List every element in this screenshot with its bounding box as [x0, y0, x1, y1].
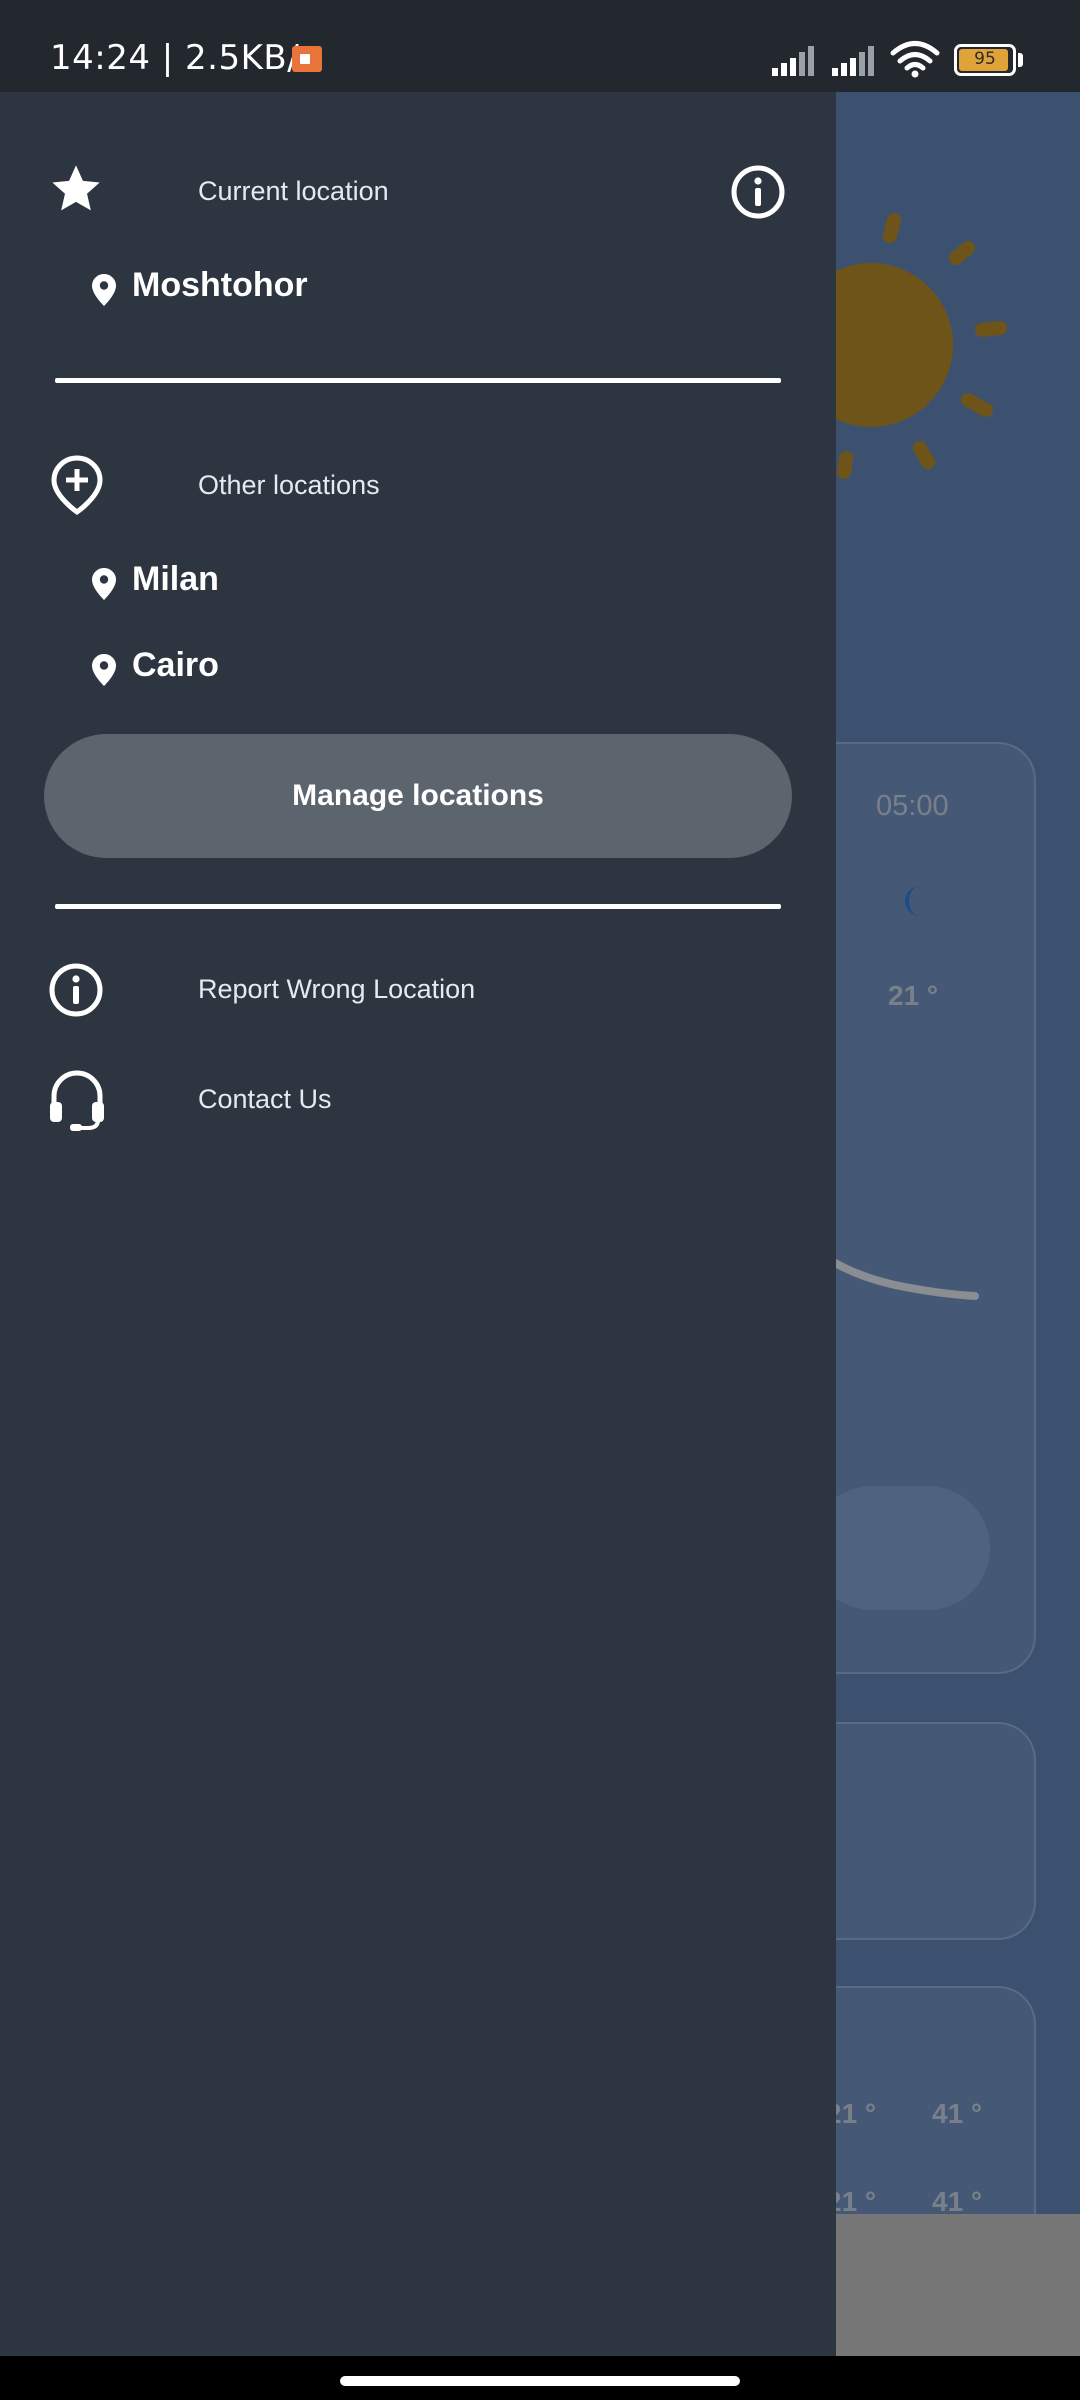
add-location-icon: [51, 455, 103, 516]
battery-level: 95: [974, 49, 996, 69]
wifi-icon: [890, 41, 940, 78]
screen-record-icon: [292, 46, 322, 72]
daily-high: 41 °: [932, 2098, 983, 2129]
hour-temperature: 21 °: [888, 980, 939, 1011]
temperature-curve: [830, 1256, 979, 1300]
section-divider: [55, 378, 781, 383]
battery-terminal: [1018, 53, 1023, 67]
home-gesture-handle[interactable]: [340, 2376, 740, 2386]
navigation-drawer: Current location Moshtohor Other locatio…: [0, 0, 836, 2356]
report-wrong-location-item[interactable]: Report Wrong Location: [198, 974, 475, 1005]
contact-us-item[interactable]: Contact Us: [198, 1084, 332, 1115]
manage-locations-button[interactable]: Manage locations: [44, 734, 792, 858]
gesture-navigation-area: [0, 2356, 1080, 2400]
other-location-name: Cairo: [132, 646, 219, 684]
moon-icon: [905, 886, 920, 916]
signal-icon: [772, 46, 814, 76]
location-pin-icon: [92, 654, 116, 686]
status-bar: 14:24 | 2.5KB/s 95: [0, 0, 1080, 92]
background-pill: [810, 1486, 990, 1610]
info-icon: [49, 963, 103, 1017]
section-divider: [55, 904, 781, 909]
signal-icon: [832, 46, 874, 76]
location-pin-icon: [92, 274, 116, 306]
other-locations-label: Other locations: [198, 470, 380, 500]
hour-time: 05:00: [876, 790, 949, 822]
current-location-name: Moshtohor: [132, 266, 308, 304]
current-location-label: Current location: [198, 176, 389, 206]
status-time: 14:24 | 2.5KB/s: [50, 38, 318, 78]
headset-icon: [50, 1070, 104, 1131]
other-location-name: Milan: [132, 560, 219, 598]
info-icon[interactable]: [730, 164, 786, 220]
battery-icon: 95: [954, 44, 1016, 76]
location-pin-icon: [92, 568, 116, 600]
star-icon: [52, 165, 100, 211]
